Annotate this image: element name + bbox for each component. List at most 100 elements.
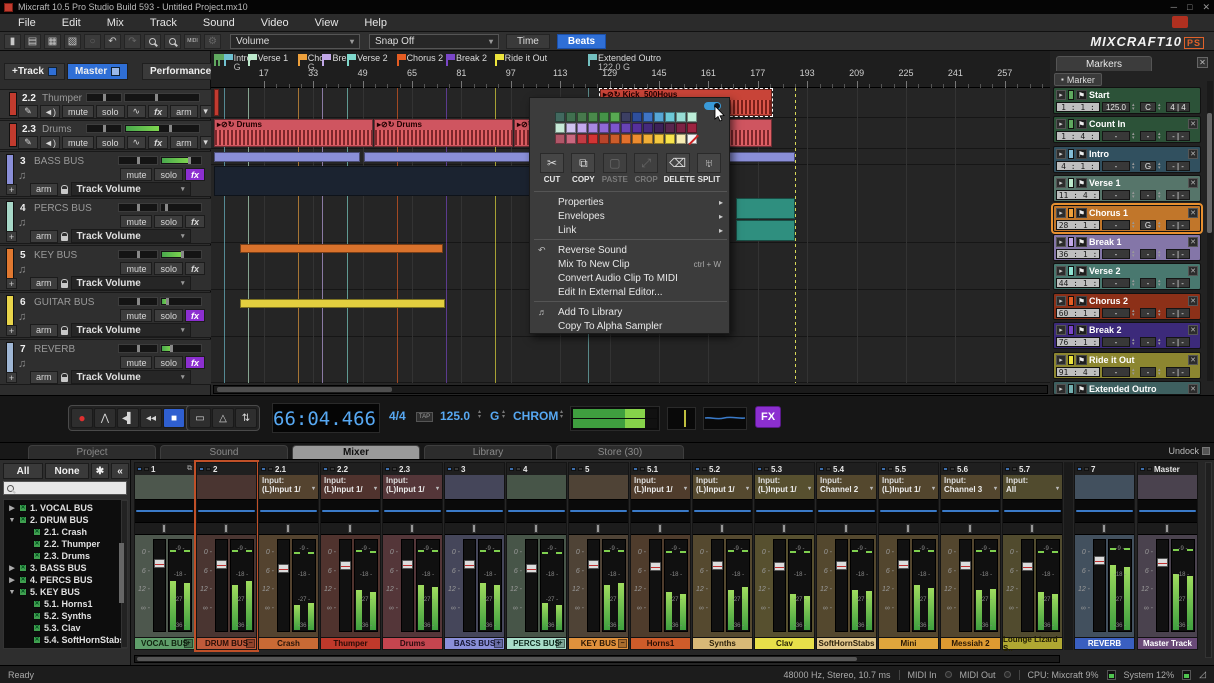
tab-mixer[interactable]: Mixer (292, 445, 420, 459)
open-project-icon[interactable]: ▤ (24, 34, 41, 49)
time-display[interactable]: 66:04.466 (272, 403, 380, 433)
strip-pan-slider[interactable] (1138, 523, 1197, 535)
track-visible-checkbox[interactable]: ✕ (33, 612, 41, 620)
track-header-6[interactable]: 6 GUITAR BUS ♫ mute solo fx arm Track Vo… (0, 292, 211, 338)
input-dropdown[interactable]: (L)Input 1/▾ (386, 485, 439, 494)
marker-time-field[interactable]: 60 : 1 : 0 (1056, 308, 1100, 318)
marker-color-chip[interactable] (1068, 296, 1074, 306)
marker-color-chip[interactable] (1068, 178, 1074, 188)
volume-slider[interactable] (160, 250, 202, 259)
color-swatch[interactable] (632, 112, 642, 122)
mixer-strip-5.2[interactable]: 5.2 Input: (L)Input 1/▾ 0 -6 -12 -∞ - -9… (692, 462, 753, 650)
tempo-spinner[interactable]: ▴▾ (478, 410, 481, 420)
marker-expand-button[interactable]: ▸ (1056, 208, 1066, 218)
fx-button[interactable]: fx (185, 215, 205, 228)
rewind-button[interactable]: ◂◂ (140, 408, 162, 428)
mute-button[interactable]: mute (120, 262, 152, 275)
track-volume-dropdown[interactable]: Track Volume▾ (71, 370, 191, 384)
input-dropdown[interactable]: (L)Input 1/▾ (696, 485, 749, 494)
strip-pan-slider[interactable] (445, 523, 504, 535)
marker-timesig-field[interactable]: - | - (1166, 367, 1190, 377)
spinner[interactable]: ▴▾ (1158, 190, 1164, 200)
marker-tempo-field[interactable]: - (1102, 367, 1130, 377)
track-volume-dropdown[interactable]: Track Volume▾ (71, 182, 191, 196)
spinner[interactable]: ▴▾ (1158, 337, 1164, 347)
solo-button[interactable]: solo (154, 262, 183, 275)
tree-item[interactable]: ✕ 5.1. Horns1 (4, 598, 126, 610)
strip-pan-slider[interactable] (941, 523, 1000, 535)
color-swatch[interactable] (654, 112, 664, 122)
marker-tempo-field[interactable]: - (1102, 161, 1130, 171)
marker-tempo-field[interactable]: - (1102, 220, 1130, 230)
tree-item[interactable]: ▶ ✕ 1. VOCAL BUS (4, 502, 126, 514)
menu-file[interactable]: File (6, 15, 48, 31)
menu-video[interactable]: Video (249, 15, 301, 31)
marker-name[interactable]: Intro (1089, 149, 1186, 159)
input-dropdown[interactable]: (L)Input 1/▾ (758, 485, 811, 494)
go-to-start-button[interactable]: ◂▌ (117, 408, 139, 428)
marker-key-field[interactable]: - (1140, 190, 1156, 200)
tree-expand-arrow[interactable]: ▼ (8, 517, 16, 524)
color-swatch[interactable] (588, 112, 598, 122)
add-track-button[interactable]: +Track (4, 63, 65, 80)
arrange-horizontal-scrollbar[interactable] (213, 385, 1048, 394)
color-swatch[interactable] (632, 123, 642, 133)
marker-delete-icon[interactable]: ✕ (1188, 384, 1198, 394)
strip-volume-fader[interactable] (401, 539, 414, 632)
add-marker-button[interactable]: ▪Marker (1054, 73, 1102, 86)
marker-expand-button[interactable]: ▸ (1056, 119, 1066, 129)
color-swatch[interactable] (632, 134, 642, 144)
menu-item-add-to-library[interactable]: ♬ Add To Library (530, 305, 731, 319)
color-swatch[interactable] (555, 112, 565, 122)
strip-pan-slider[interactable] (383, 523, 442, 535)
marker-expand-button[interactable]: ▸ (1056, 296, 1066, 306)
mute-button[interactable]: mute (120, 309, 152, 322)
strip-volume-fader[interactable] (153, 539, 166, 632)
mixer-strip-Master[interactable]: Master 0 -6 -12 -∞ - -9 --18 --27 --36 -… (1137, 462, 1198, 650)
audio-clip-Drums[interactable]: ▸⊘↻ Drums (374, 119, 513, 147)
menu-item-convert-audio-clip-to-midi[interactable]: Convert Audio Clip To MIDI (530, 271, 731, 285)
spinner[interactable]: ▴▾ (1158, 131, 1164, 141)
tree-item[interactable]: ✕ 2.3. Drums (4, 550, 126, 562)
markers-panel-close-icon[interactable]: ✕ (1197, 57, 1208, 68)
metronome-button[interactable]: △ (212, 408, 234, 428)
master-track-button[interactable]: Master (67, 63, 128, 80)
strip-eq-curve[interactable] (569, 499, 628, 523)
track-header-4[interactable]: 4 PERCS BUS ♫ mute solo fx arm Track Vol… (0, 198, 211, 244)
lock-icon[interactable] (61, 236, 68, 241)
color-swatch[interactable] (566, 123, 576, 133)
strip-eq-curve[interactable] (631, 499, 690, 523)
cut-button[interactable]: ✂CUT (538, 153, 566, 184)
strip-eq-curve[interactable] (693, 499, 752, 523)
key-display[interactable]: G (490, 409, 499, 423)
gear-icon[interactable]: ✱ (91, 463, 109, 479)
master-eq-curve[interactable] (703, 407, 747, 430)
tree-item[interactable]: ▼ ✕ 2. DRUM BUS (4, 514, 126, 526)
volume-slider[interactable] (124, 124, 200, 133)
fx-button[interactable]: fx (185, 168, 205, 181)
mixer-vertical-scrollbar[interactable] (1205, 462, 1212, 658)
marker-card-count-in[interactable]: ▸ ⚑ Count In ✕ 1 : 4 : 874 -▴▾ -▴▾ - | - (1053, 116, 1201, 143)
track-visible-checkbox[interactable]: ✕ (33, 648, 41, 649)
strip-pan-slider[interactable] (1075, 523, 1134, 535)
track-header-3[interactable]: 3 BASS BUS ♫ mute solo fx arm Track Volu… (0, 151, 211, 197)
marker-delete-icon[interactable]: ✕ (1188, 296, 1198, 306)
tab-library[interactable]: Library (424, 445, 552, 459)
marker-time-field[interactable]: 28 : 1 : 0 (1056, 220, 1100, 230)
mute-button[interactable]: mute (120, 356, 152, 369)
tree-item[interactable]: ✕ 2.1. Crash (4, 526, 126, 538)
strip-volume-fader[interactable] (525, 539, 538, 632)
color-swatch[interactable] (621, 112, 631, 122)
marker-name[interactable]: Chorus 1 (1089, 208, 1186, 218)
strip-pan-slider[interactable] (507, 523, 566, 535)
mixer-search-input[interactable] (3, 481, 127, 495)
color-swatch[interactable] (610, 112, 620, 122)
audio-clip[interactable] (736, 198, 795, 219)
spinner[interactable]: ▴▾ (1158, 220, 1164, 230)
delete-button[interactable]: ⌫DELETE (664, 153, 692, 184)
color-swatch[interactable] (621, 134, 631, 144)
marker-tempo-field[interactable]: 125.0 (1102, 102, 1130, 112)
track-volume-dropdown[interactable]: Track Volume▾ (71, 276, 191, 290)
marker-delete-icon[interactable]: ✕ (1188, 178, 1198, 188)
stop-button[interactable]: ■ (163, 408, 185, 428)
